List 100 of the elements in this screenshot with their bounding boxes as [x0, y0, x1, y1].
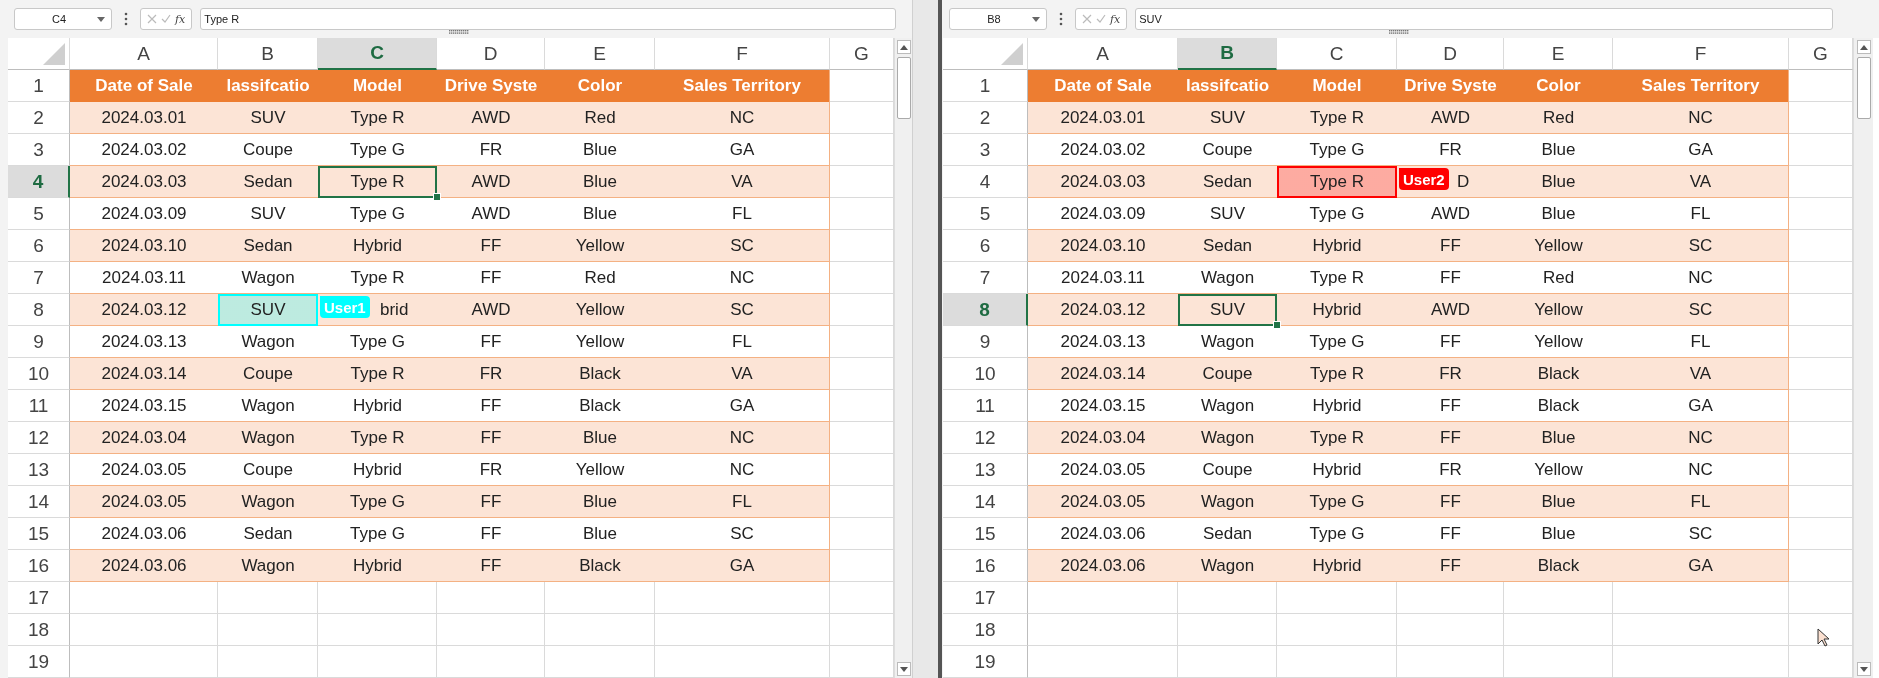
table-cell[interactable]: AWD [437, 166, 545, 198]
more-options-icon[interactable] [124, 12, 128, 26]
table-cell[interactable]: SC [655, 518, 830, 550]
table-cell[interactable] [318, 582, 437, 614]
formula-field[interactable]: Type R [200, 8, 897, 30]
row-header[interactable]: 18 [8, 614, 70, 646]
row-header[interactable]: 18 [943, 614, 1028, 646]
insert-function-button[interactable]: fx [1110, 12, 1121, 26]
table-cell[interactable]: NC [655, 262, 830, 294]
table-cell[interactable]: 2024.03.10 [1028, 230, 1178, 262]
table-cell[interactable]: Wagon [1178, 550, 1277, 582]
table-cell[interactable]: Hybrid [318, 230, 437, 262]
table-cell[interactable]: Blue [545, 486, 655, 518]
scroll-thumb[interactable] [896, 57, 911, 119]
more-options-icon[interactable] [1059, 12, 1063, 26]
table-cell[interactable] [218, 646, 318, 678]
name-box[interactable]: B8 [949, 8, 1047, 30]
scroll-thumb[interactable] [1856, 57, 1871, 119]
table-cell[interactable]: Blue [545, 422, 655, 454]
table-cell[interactable]: GA [1613, 390, 1789, 422]
row-header[interactable]: 4 [8, 166, 70, 198]
vertical-scrollbar[interactable] [894, 38, 912, 678]
table-cell[interactable]: Yellow [1504, 294, 1613, 326]
table-cell[interactable] [1028, 614, 1178, 646]
table-cell[interactable]: AWD [437, 294, 545, 326]
table-cell[interactable]: FF [1397, 422, 1504, 454]
table-cell[interactable]: Type R [318, 358, 437, 390]
table-cell[interactable] [70, 614, 218, 646]
table-cell[interactable]: 2024.03.05 [70, 486, 218, 518]
table-cell[interactable]: Hybrid [1277, 294, 1397, 326]
table-cell[interactable]: Yellow [545, 230, 655, 262]
table-cell[interactable] [1397, 646, 1504, 678]
table-cell[interactable] [545, 582, 655, 614]
table-cell[interactable]: Type G [318, 486, 437, 518]
table-cell[interactable] [1028, 582, 1178, 614]
check-icon[interactable] [161, 14, 171, 24]
table-cell[interactable] [1277, 582, 1397, 614]
table-cell[interactable]: 2024.03.03 [70, 166, 218, 198]
table-cell[interactable]: SUV [1178, 102, 1277, 134]
scroll-up-icon[interactable] [1859, 44, 1868, 50]
column-header[interactable]: B [1178, 38, 1277, 70]
table-cell[interactable]: NC [655, 102, 830, 134]
table-cell[interactable]: NC [1613, 102, 1789, 134]
table-cell[interactable]: Type R [318, 422, 437, 454]
table-cell[interactable]: Hybrid [1277, 230, 1397, 262]
table-cell[interactable] [1504, 614, 1613, 646]
check-icon[interactable] [1096, 14, 1106, 24]
table-cell[interactable]: SC [1613, 518, 1789, 550]
table-cell[interactable]: VA [1613, 166, 1789, 198]
table-cell[interactable]: 2024.03.12 [70, 294, 218, 326]
cancel-icon[interactable] [1082, 14, 1092, 24]
table-cell[interactable] [545, 646, 655, 678]
grip-icon[interactable] [1389, 30, 1409, 34]
table-cell[interactable] [655, 646, 830, 678]
table-cell[interactable]: 2024.03.06 [70, 550, 218, 582]
table-cell[interactable]: 2024.03.01 [70, 102, 218, 134]
table-cell[interactable]: Red [1504, 102, 1613, 134]
table-cell[interactable]: SUV [218, 102, 318, 134]
table-cell[interactable]: Sedan [1178, 166, 1277, 198]
caret-icon[interactable] [1032, 16, 1040, 22]
table-cell[interactable]: 2024.03.04 [70, 422, 218, 454]
table-cell[interactable] [1613, 614, 1789, 646]
table-cell[interactable] [437, 582, 545, 614]
table-cell[interactable]: FF [437, 422, 545, 454]
fill-handle[interactable] [433, 193, 441, 201]
table-cell[interactable] [655, 582, 830, 614]
table-cell[interactable]: Hybrid [1277, 550, 1397, 582]
table-cell[interactable]: VA [1613, 358, 1789, 390]
table-cell[interactable]: FF [437, 550, 545, 582]
table-cell[interactable]: Black [545, 358, 655, 390]
table-cell[interactable]: GA [1613, 550, 1789, 582]
table-cell[interactable] [1277, 646, 1397, 678]
table-cell[interactable]: 2024.03.14 [70, 358, 218, 390]
table-cell[interactable]: AWD [1397, 294, 1504, 326]
table-cell[interactable]: Wagon [218, 486, 318, 518]
select-all-icon[interactable] [1001, 43, 1023, 65]
table-cell[interactable] [655, 614, 830, 646]
table-cell[interactable]: SC [655, 230, 830, 262]
table-cell[interactable]: Blue [1504, 422, 1613, 454]
table-cell[interactable]: Type G [1277, 486, 1397, 518]
table-cell[interactable]: Coupe [218, 358, 318, 390]
table-cell[interactable]: FR [437, 358, 545, 390]
table-cell[interactable]: Yellow [545, 294, 655, 326]
fill-handle[interactable] [1273, 321, 1281, 329]
insert-function-button[interactable]: fx [175, 12, 186, 26]
table-cell[interactable]: Black [1504, 550, 1613, 582]
table-cell[interactable]: Blue [1504, 486, 1613, 518]
grip-icon[interactable] [449, 30, 469, 34]
table-cell[interactable] [218, 614, 318, 646]
table-cell[interactable]: FR [1397, 358, 1504, 390]
table-cell[interactable]: Sedan [1178, 230, 1277, 262]
table-cell[interactable]: SC [1613, 294, 1789, 326]
table-cell[interactable]: Black [1504, 358, 1613, 390]
table-cell[interactable] [1504, 646, 1613, 678]
table-cell[interactable]: FF [1397, 230, 1504, 262]
select-all-icon[interactable] [43, 43, 65, 65]
scroll-up-icon[interactable] [899, 44, 908, 50]
table-cell[interactable] [70, 646, 218, 678]
table-cell[interactable]: 2024.03.03 [1028, 166, 1178, 198]
table-cell[interactable]: FL [655, 486, 830, 518]
